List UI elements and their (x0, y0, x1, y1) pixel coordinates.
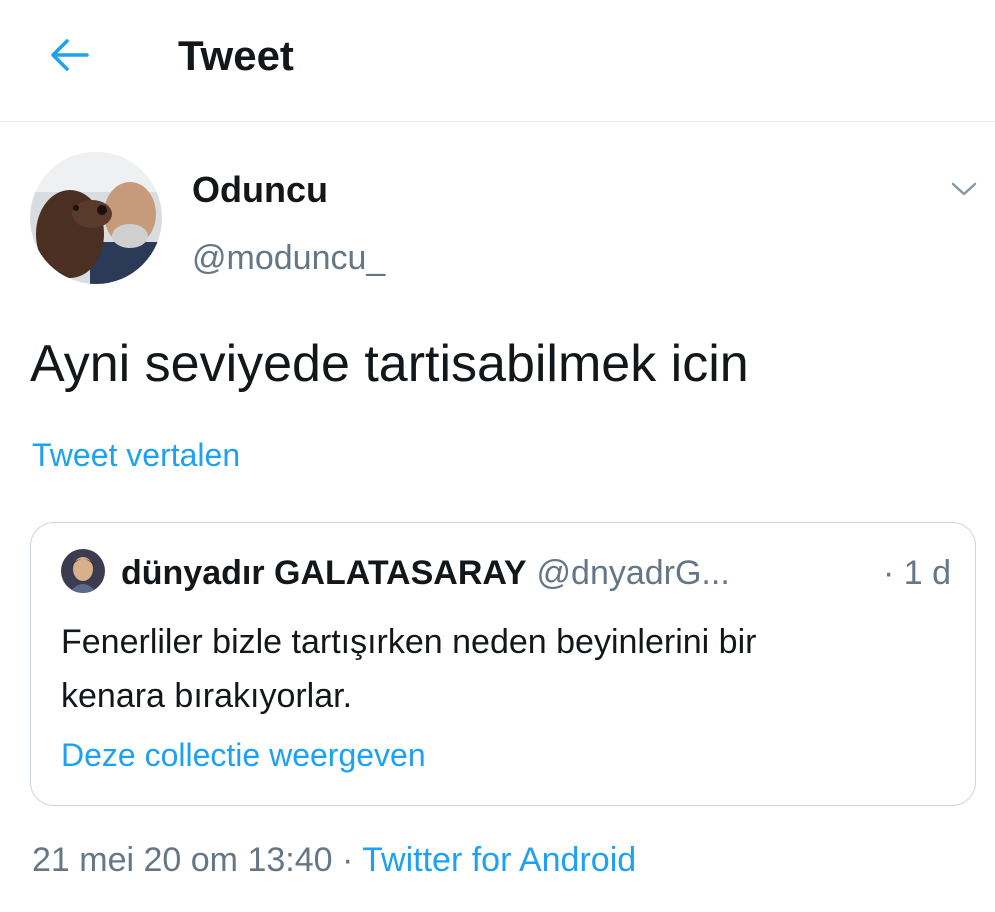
tweet-date: 21 mei 20 om 13:40 (32, 841, 333, 879)
quote-avatar (61, 549, 105, 593)
avatar[interactable] (30, 152, 162, 284)
page-title: Tweet (178, 32, 294, 79)
meta-separator: · (341, 841, 354, 879)
back-button[interactable] (44, 32, 94, 78)
author-name[interactable]: Oduncu (192, 170, 328, 210)
author-handle[interactable]: @moduncu_ (192, 238, 385, 278)
tweet-menu-button[interactable] (945, 174, 983, 204)
quoted-tweet[interactable]: dünyadır GALATASARAY @dnyadrG... · 1 d Fe… (30, 522, 976, 806)
translate-link[interactable]: Tweet vertalen (32, 436, 240, 474)
quote-timestamp: · 1 d (882, 554, 951, 592)
tweet-text: Ayni seviyede tartisabilmek icin (30, 335, 749, 393)
quote-avatar-photo (61, 549, 105, 593)
quote-author-handle: @dnyadrG... (536, 554, 730, 592)
tweet-meta: 21 mei 20 om 13:40 · Twitter for Android (32, 838, 636, 882)
quote-header: dünyadır GALATASARAY @dnyadrG... · 1 d (121, 553, 951, 593)
avatar-photo (30, 152, 162, 284)
chevron-down-icon (951, 182, 977, 196)
top-bar: Tweet (0, 0, 995, 122)
quote-author-name: dünyadır GALATASARAY (121, 554, 527, 592)
quote-text: Fenerliler bizle tartışırken neden beyin… (61, 623, 757, 715)
view-collection-link[interactable]: Deze collectie weergeven (61, 735, 426, 775)
tweet-source-link[interactable]: Twitter for Android (362, 841, 636, 879)
arrow-left-icon (51, 39, 89, 71)
